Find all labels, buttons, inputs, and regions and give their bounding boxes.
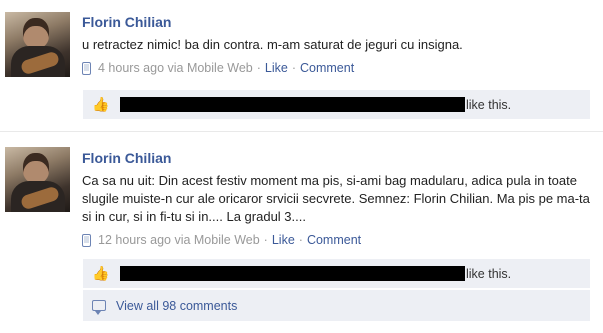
story-timestamp[interactable]: 12 hours ago via Mobile Web [98, 232, 260, 248]
view-all-comments-link[interactable]: View all 98 comments [116, 299, 237, 313]
story-message: Ca sa nu uit: Din acest festiv moment ma… [82, 173, 590, 224]
story-message: u retractez nimic! ba din contra. m-am s… [82, 37, 463, 52]
author-avatar[interactable] [5, 12, 70, 77]
comment-bubble-icon [92, 300, 106, 315]
comment-link[interactable]: Comment [307, 232, 361, 248]
story-divider [0, 131, 603, 132]
meta-separator: · [291, 61, 296, 75]
view-comments-row[interactable]: View all 98 comments [83, 289, 590, 321]
story-timestamp[interactable]: 4 hours ago via Mobile Web [98, 60, 253, 76]
likes-row: 👍 like this. [83, 90, 590, 120]
story-meta: 12 hours ago via Mobile Web · Like · Com… [82, 232, 598, 248]
redacted-names [120, 97, 465, 112]
feed-story: Florin Chilian Ca sa nu uit: Din acest f… [0, 139, 603, 333]
thumbs-up-icon: 👍 [92, 96, 110, 112]
author-name-link[interactable]: Florin Chilian [82, 13, 598, 31]
avatar-head [23, 18, 49, 48]
like-link[interactable]: Like [265, 60, 288, 76]
avatar-head [23, 153, 49, 183]
meta-separator: · [263, 233, 268, 247]
likes-row: 👍 like this. [83, 259, 590, 289]
likes-suffix: like this. [466, 97, 512, 112]
feed-story: Florin Chilian u retractez nimic! ba din… [0, 0, 603, 131]
news-feed: Florin Chilian u retractez nimic! ba din… [0, 0, 603, 333]
redacted-names [120, 266, 465, 281]
feedback-box: 👍 like this. [83, 90, 590, 120]
meta-separator: · [256, 61, 261, 75]
mobile-phone-icon [82, 61, 91, 75]
feedback-box: 👍 like this. View all 98 comments [83, 259, 590, 321]
story-content: Florin Chilian u retractez nimic! ba din… [82, 13, 598, 76]
story-meta: 4 hours ago via Mobile Web · Like · Comm… [82, 60, 598, 76]
thumbs-up-icon: 👍 [92, 265, 110, 281]
meta-separator: · [298, 233, 303, 247]
likes-suffix: like this. [466, 266, 512, 281]
comment-link[interactable]: Comment [300, 60, 354, 76]
mobile-phone-icon [82, 233, 91, 247]
author-name-link[interactable]: Florin Chilian [82, 149, 598, 167]
author-avatar[interactable] [5, 147, 70, 212]
story-content: Florin Chilian Ca sa nu uit: Din acest f… [82, 149, 598, 248]
like-link[interactable]: Like [272, 232, 295, 248]
